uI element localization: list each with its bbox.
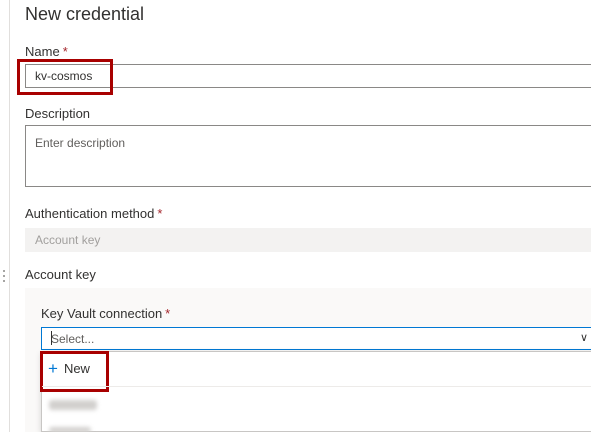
chevron-down-icon[interactable]: ∨: [580, 331, 588, 344]
auth-method-value: Account key: [35, 233, 101, 247]
name-label: Name *: [25, 44, 68, 59]
key-vault-connection-label: Key Vault connection *: [41, 306, 171, 321]
auth-method-label: Authentication method *: [25, 206, 163, 221]
dropdown-option-redacted[interactable]: [49, 427, 91, 432]
dropdown-divider: [42, 386, 591, 387]
required-marker: *: [157, 206, 163, 221]
drag-handle-icon[interactable]: [3, 270, 6, 282]
account-key-label: Account key: [25, 267, 96, 282]
required-marker: *: [165, 306, 171, 321]
key-vault-dropdown-list: [41, 351, 591, 432]
description-textarea[interactable]: Enter description: [25, 125, 591, 187]
left-panel-strip: [0, 0, 10, 432]
description-label: Description: [25, 106, 91, 121]
key-vault-connection-select[interactable]: Select...: [41, 327, 591, 350]
auth-method-field: Account key: [25, 228, 591, 252]
required-marker: *: [62, 44, 68, 59]
key-vault-select-placeholder: Select...: [51, 331, 95, 346]
page-title: New credential: [25, 4, 145, 24]
text-cursor: [51, 331, 52, 345]
dropdown-option-redacted[interactable]: [49, 400, 97, 410]
highlight-box-name: [17, 59, 113, 95]
description-placeholder: Enter description: [35, 136, 126, 150]
